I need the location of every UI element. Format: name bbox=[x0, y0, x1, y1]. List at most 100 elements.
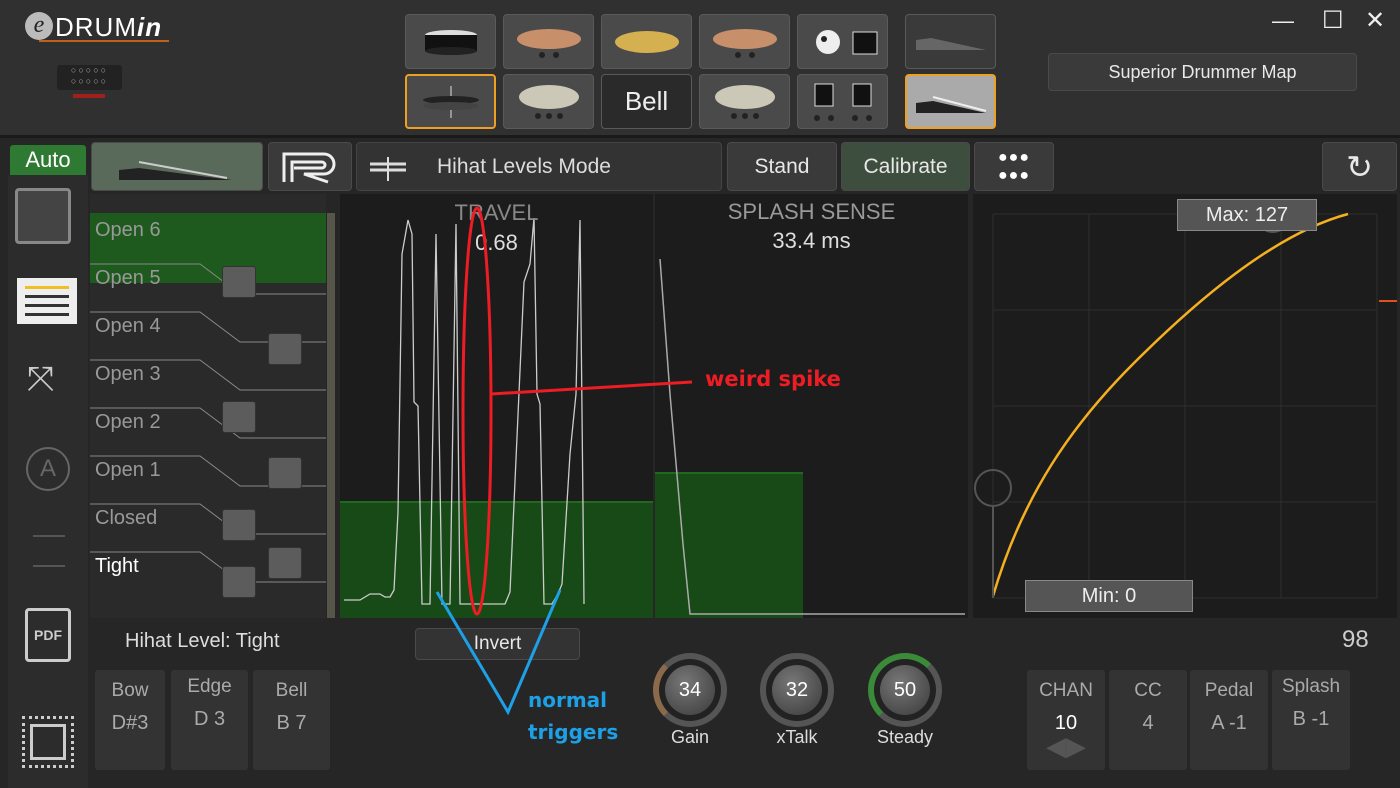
pad-pedal-inactive[interactable] bbox=[905, 14, 996, 69]
gain-knob[interactable]: 34 bbox=[653, 653, 727, 727]
level-label: Open 1 bbox=[95, 459, 161, 481]
splash-value: 33.4 ms bbox=[772, 228, 851, 253]
level-handle[interactable] bbox=[222, 509, 256, 541]
level-label: Open 3 bbox=[95, 363, 161, 385]
close-button[interactable]: ✕ bbox=[1365, 6, 1385, 35]
min-value-box[interactable]: Min: 0 bbox=[1025, 580, 1193, 612]
value-readout: 98 bbox=[1342, 626, 1369, 653]
xtalk-label: xTalk bbox=[776, 727, 818, 747]
chip-icon[interactable] bbox=[22, 716, 74, 768]
travel-value: 0.68 bbox=[475, 230, 518, 255]
splash-title: SPLASH SENSE bbox=[727, 199, 896, 224]
max-value-box[interactable]: Max: 127 bbox=[1177, 199, 1317, 231]
pad-crash-2[interactable] bbox=[699, 14, 790, 69]
midi-label: Splash bbox=[1281, 676, 1341, 697]
superior-drummer-map-button[interactable]: Superior Drummer Map bbox=[1048, 53, 1357, 91]
pad-bell[interactable]: Bell bbox=[601, 74, 692, 129]
travel-title: TRAVEL bbox=[454, 200, 539, 225]
save-icon[interactable] bbox=[15, 188, 71, 244]
travel-signal-line bbox=[344, 217, 585, 605]
triggers-annotation: triggers bbox=[528, 720, 619, 744]
dots-icon: ●●● ●●● bbox=[998, 148, 1030, 184]
level-label: Open 4 bbox=[95, 315, 161, 337]
stand-button[interactable]: Stand bbox=[727, 142, 837, 191]
note-value: D 3 bbox=[193, 708, 226, 730]
pad-hihat[interactable] bbox=[405, 74, 496, 129]
edge-note-box[interactable]: Edge D 3 bbox=[171, 670, 248, 770]
midi-channel-box[interactable]: CHAN 10 ◀▶ bbox=[1027, 670, 1105, 770]
pad-cymbal-3zone[interactable] bbox=[503, 74, 594, 129]
hihat-levels-mode-selector[interactable]: Hihat Levels Mode bbox=[356, 142, 722, 191]
refresh-button[interactable]: ↻ bbox=[1322, 142, 1397, 191]
midi-value: 4 bbox=[1142, 712, 1154, 734]
gain-value: 34 bbox=[665, 665, 715, 715]
note-value: D#3 bbox=[111, 712, 149, 734]
steady-label: Steady bbox=[876, 727, 934, 747]
refresh-icon: ↻ bbox=[1346, 148, 1373, 185]
note-value: B 7 bbox=[276, 712, 307, 734]
weird-spike-annotation: weird spike bbox=[705, 367, 841, 391]
travel-graph: TRAVEL 0.68 bbox=[340, 194, 653, 618]
note-label: Bell bbox=[275, 680, 308, 701]
velocity-indicator bbox=[1379, 300, 1397, 302]
hihat-level-label: Hihat Level: Tight bbox=[125, 630, 280, 652]
levels-icon[interactable] bbox=[33, 535, 65, 567]
midi-label: Pedal bbox=[1204, 680, 1254, 701]
roland-logo-icon bbox=[282, 152, 336, 183]
level-label: Open 6 bbox=[95, 219, 161, 241]
xtalk-knob[interactable]: 32 bbox=[760, 653, 834, 727]
pdf-icon[interactable]: PDF bbox=[25, 608, 71, 662]
hihat-pedal-icon bbox=[119, 160, 232, 180]
pad-snare[interactable] bbox=[405, 14, 496, 69]
splash-sense-graph: SPLASH SENSE 33.4 ms bbox=[655, 194, 968, 618]
maximize-button[interactable]: ☐ bbox=[1322, 6, 1344, 35]
note-label: Bow bbox=[111, 680, 149, 701]
steady-knob[interactable]: 50 bbox=[868, 653, 942, 727]
hihat-icon bbox=[370, 157, 406, 181]
pad-hihat-pedal[interactable] bbox=[905, 74, 996, 129]
level-label: Tight bbox=[95, 555, 139, 577]
bow-note-box[interactable]: Bow D#3 bbox=[95, 670, 165, 770]
midi-pedal-box[interactable]: Pedal A -1 bbox=[1190, 670, 1268, 770]
level-label: Open 2 bbox=[95, 411, 161, 433]
mode-label: Hihat Levels Mode bbox=[437, 155, 611, 178]
splash-signal-line bbox=[659, 258, 965, 615]
connection-indicator bbox=[73, 94, 105, 98]
bell-note-box[interactable]: Bell B 7 bbox=[253, 670, 330, 770]
midi-splash-box[interactable]: Splash B -1 bbox=[1272, 670, 1350, 770]
minimize-button[interactable]: — bbox=[1272, 8, 1294, 34]
level-handle[interactable] bbox=[222, 266, 256, 298]
pad-ride[interactable] bbox=[601, 14, 692, 69]
note-label: Edge bbox=[187, 676, 232, 697]
auto-button[interactable]: Auto bbox=[10, 145, 86, 175]
level-label: Open 5 bbox=[95, 267, 161, 289]
invert-button[interactable]: Invert bbox=[415, 628, 580, 660]
level-handle[interactable] bbox=[222, 401, 256, 433]
level-handle[interactable] bbox=[268, 333, 302, 365]
pad-layout-button[interactable]: ●●● ●●● bbox=[974, 142, 1054, 191]
pad-crash-1[interactable] bbox=[503, 14, 594, 69]
velocity-curve-panel: Max: 127 Min: 0 bbox=[973, 194, 1397, 618]
level-handle[interactable] bbox=[268, 547, 302, 579]
menu-list-icon[interactable] bbox=[17, 278, 77, 324]
channel-arrows-icon[interactable]: ◀▶ bbox=[1027, 733, 1105, 759]
roland-mode-button[interactable] bbox=[268, 142, 352, 191]
midi-label: CHAN bbox=[1039, 680, 1093, 701]
app-logo: e DRUMin bbox=[25, 10, 185, 46]
midi-value: B -1 bbox=[1292, 708, 1330, 730]
gain-label: Gain bbox=[670, 727, 710, 747]
calibrate-button[interactable]: Calibrate bbox=[841, 142, 970, 191]
auto-a-icon[interactable]: A bbox=[26, 447, 70, 491]
pedal-view-button[interactable] bbox=[91, 142, 263, 191]
level-label: Closed bbox=[95, 507, 158, 529]
pad-toms[interactable] bbox=[797, 74, 888, 129]
midi-cc-box[interactable]: CC 4 bbox=[1109, 670, 1187, 770]
level-scrollbar[interactable] bbox=[327, 213, 335, 618]
pad-cymbal-3zone-2[interactable] bbox=[699, 74, 790, 129]
velocity-curve[interactable] bbox=[973, 194, 1397, 618]
midi-value: A -1 bbox=[1211, 712, 1247, 734]
pad-kick-tom[interactable] bbox=[797, 14, 888, 69]
routing-arrows-icon[interactable]: ⤧ bbox=[27, 360, 54, 399]
level-handle[interactable] bbox=[268, 457, 302, 489]
level-handle[interactable] bbox=[222, 566, 256, 598]
